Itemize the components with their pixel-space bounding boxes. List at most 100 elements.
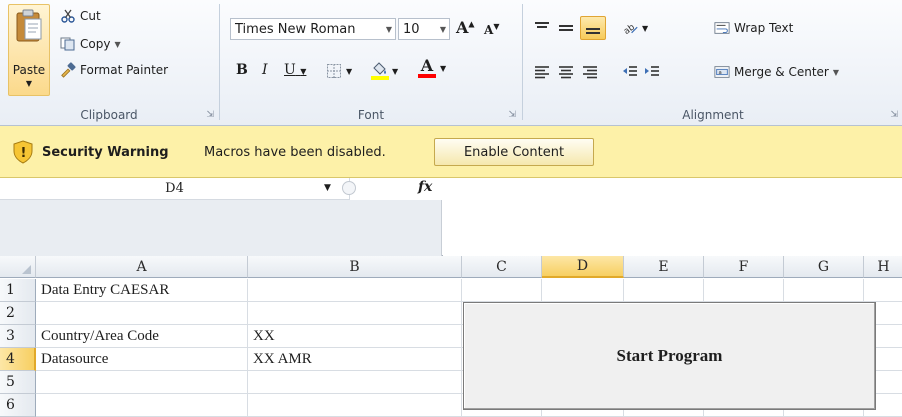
cell-g1[interactable] <box>784 279 864 302</box>
dialog-launcher-icon[interactable]: ⇲ <box>206 110 214 120</box>
orientation-button[interactable]: ab ▼ <box>622 20 648 36</box>
chevron-down-icon[interactable]: ▼ <box>642 24 648 33</box>
cell-f1[interactable] <box>704 279 784 302</box>
copy-icon <box>60 36 76 52</box>
cell-a6[interactable] <box>36 394 248 417</box>
chevron-down-icon[interactable]: ▼ <box>392 67 398 76</box>
top-align-button[interactable] <box>534 20 550 36</box>
align-center-button[interactable] <box>558 64 574 80</box>
merge-center-button[interactable]: a Merge & Center ▼ <box>714 64 839 80</box>
scissors-icon <box>60 8 76 24</box>
dialog-launcher-icon[interactable]: ⇲ <box>508 110 516 120</box>
svg-text:a: a <box>718 70 721 76</box>
row-header-6[interactable]: 6 <box>0 394 36 417</box>
cell-b3[interactable]: XX <box>248 325 462 348</box>
cell-b4[interactable]: XX AMR <box>248 348 462 371</box>
align-top-icon <box>534 20 550 36</box>
chevron-down-icon[interactable]: ▼ <box>440 25 446 34</box>
copy-button[interactable]: Copy ▼ <box>60 36 121 52</box>
cell-c1[interactable] <box>462 279 542 302</box>
column-header-b[interactable]: B <box>248 256 462 278</box>
column-header-h[interactable]: H <box>864 256 902 278</box>
clipboard-group-label: Clipboard <box>80 108 138 122</box>
alignment-group: ab ▼ Wrap Text a Merge & Center ▼ Alignm… <box>524 0 902 126</box>
italic-button[interactable]: I <box>262 62 268 78</box>
increase-indent-button[interactable] <box>644 64 660 80</box>
column-header-g[interactable]: G <box>784 256 864 278</box>
cut-button[interactable]: Cut <box>60 8 101 24</box>
italic-icon: I <box>262 62 268 78</box>
row-header-1[interactable]: 1 <box>0 279 36 302</box>
decrease-indent-button[interactable] <box>622 64 638 80</box>
font-name-combo[interactable]: Times New Roman ▼ <box>230 18 396 40</box>
chevron-down-icon[interactable]: ▼ <box>833 68 839 77</box>
borders-button[interactable]: ▼ <box>326 63 352 79</box>
column-header-c[interactable]: C <box>462 256 542 278</box>
cell-a4[interactable]: Datasource <box>36 348 248 371</box>
column-header-e[interactable]: E <box>624 256 704 278</box>
align-right-button[interactable] <box>582 64 598 80</box>
formula-input[interactable] <box>443 178 902 256</box>
font-size-combo[interactable]: 10 ▼ <box>398 18 450 40</box>
cell-h1[interactable] <box>864 279 902 302</box>
chevron-down-icon[interactable]: ▼ <box>386 25 392 34</box>
worksheet-grid: A B C D E F G H 1 Data Entry CAESAR 2 3 Country/Area… <box>0 256 902 417</box>
cell-b6[interactable] <box>248 394 462 417</box>
formula-buttons: fx <box>338 178 442 200</box>
cell-b1[interactable] <box>248 279 462 302</box>
chevron-down-icon[interactable]: ▼ <box>324 183 331 193</box>
borders-icon <box>326 63 342 79</box>
font-color-letter: A <box>420 56 434 75</box>
chevron-down-icon[interactable]: ▼ <box>346 67 352 76</box>
cell-a1[interactable]: Data Entry CAESAR <box>36 279 248 302</box>
chevron-down-icon[interactable]: ▼ <box>9 79 49 88</box>
bottom-align-button[interactable] <box>580 16 606 40</box>
chevron-down-icon[interactable]: ▼ <box>114 40 120 49</box>
paste-button[interactable]: Paste ▼ <box>8 4 50 96</box>
fill-color-swatch <box>371 76 389 80</box>
shrink-font-button[interactable]: A▼ <box>484 21 499 37</box>
fill-color-button[interactable]: ▼ <box>371 60 398 82</box>
name-box[interactable]: D4 <box>0 178 350 200</box>
chevron-down-icon[interactable]: ▼ <box>300 67 306 76</box>
bold-button[interactable]: B <box>236 62 248 78</box>
shrink-font-icon: A <box>484 23 494 37</box>
column-header-a[interactable]: A <box>36 256 248 278</box>
font-name-value: Times New Roman <box>235 21 356 37</box>
enable-content-button[interactable]: Enable Content <box>434 138 594 166</box>
cell-d1[interactable] <box>542 279 624 302</box>
chevron-down-icon[interactable]: ▼ <box>440 64 446 73</box>
wrap-text-button[interactable]: Wrap Text <box>714 20 793 36</box>
column-header-f[interactable]: F <box>704 256 784 278</box>
grow-font-button[interactable]: A▲ <box>456 18 475 37</box>
row-header-3[interactable]: 3 <box>0 325 36 348</box>
cell-a3[interactable]: Country/Area Code <box>36 325 248 348</box>
wrap-text-label: Wrap Text <box>734 21 794 35</box>
select-all-button[interactable] <box>0 256 36 278</box>
group-divider <box>522 4 523 120</box>
cell-a2[interactable] <box>36 302 248 325</box>
row-header-4[interactable]: 4 <box>0 348 36 371</box>
grow-font-icon: A <box>456 18 469 37</box>
underline-button[interactable]: U ▼ <box>284 62 306 78</box>
paste-label: Paste <box>12 63 46 77</box>
row-header-2[interactable]: 2 <box>0 302 36 325</box>
start-program-button[interactable]: Start Program <box>463 302 876 410</box>
cell-b2[interactable] <box>248 302 462 325</box>
font-group: Times New Roman ▼ 10 ▼ A▲ A▼ B I U ▼ ▼ ▼… <box>222 0 520 126</box>
middle-align-button[interactable] <box>558 20 574 36</box>
cut-label: Cut <box>80 9 101 23</box>
align-left-button[interactable] <box>534 64 550 80</box>
security-warning-bar: ! Security Warning Macros have been disa… <box>0 126 902 178</box>
column-header-d[interactable]: D <box>542 256 624 278</box>
row-header-5[interactable]: 5 <box>0 371 36 394</box>
insert-function-icon[interactable]: fx <box>418 179 432 195</box>
dialog-launcher-icon[interactable]: ⇲ <box>890 110 898 120</box>
increase-indent-icon <box>644 64 660 80</box>
font-color-button[interactable]: A ▼ <box>418 58 446 78</box>
cell-a5[interactable] <box>36 371 248 394</box>
cell-e1[interactable] <box>624 279 704 302</box>
cancel-icon[interactable] <box>342 181 356 195</box>
format-painter-button[interactable]: Format Painter <box>60 62 168 78</box>
cell-b5[interactable] <box>248 371 462 394</box>
